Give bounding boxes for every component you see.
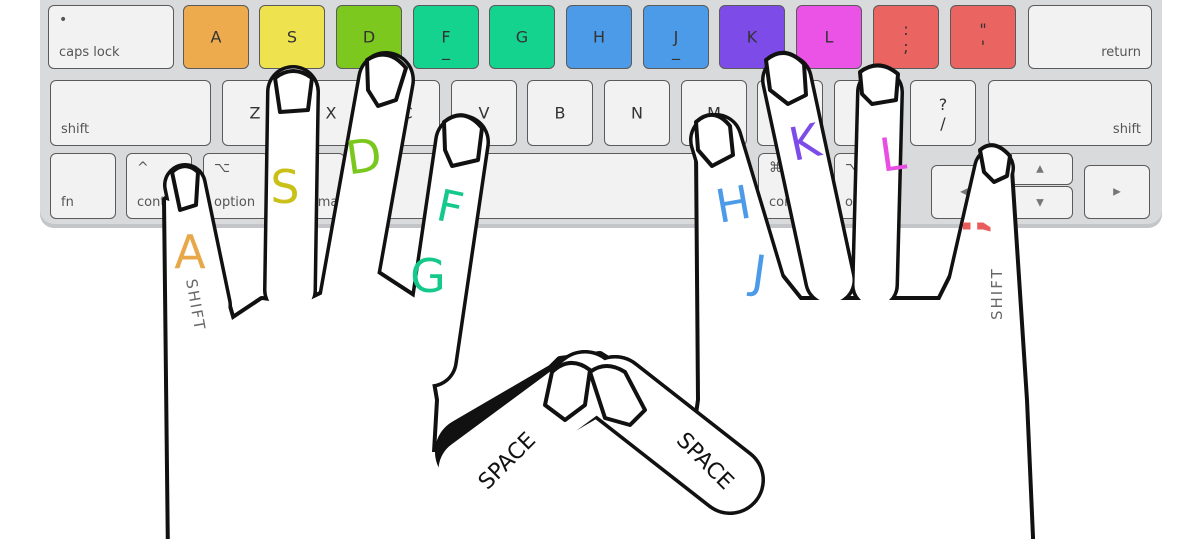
finger-label-d: D <box>342 127 385 185</box>
nail <box>442 113 484 168</box>
finger-label-a: A <box>174 225 206 279</box>
finger-label-s: S <box>270 160 299 214</box>
hands-illustration: A SHIFT S D F G H J K L ; SHIFT SPACE SP… <box>0 51 1200 539</box>
finger-label-semicolon: ; <box>949 218 995 234</box>
nail <box>273 69 314 114</box>
finger-label-shift-right: SHIFT <box>988 267 1006 320</box>
finger-label-g: G <box>410 249 446 303</box>
nail <box>858 63 900 106</box>
